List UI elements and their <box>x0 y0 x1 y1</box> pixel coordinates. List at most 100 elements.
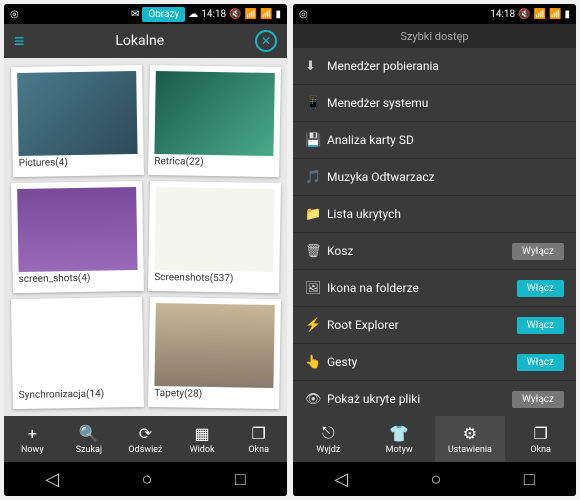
bottom-toolbar: ⎋ Wyjdź 👕Motyw⚙Ustawienia ❐ Okna <box>293 416 576 462</box>
toolbar-okna[interactable]: ❐ Okna <box>230 416 287 462</box>
toggle-button[interactable]: Włącz <box>517 317 564 334</box>
panel-item[interactable]: ⚡Root ExplorerWłącz <box>293 307 576 344</box>
folder-item[interactable]: screen_shots(4) <box>11 181 143 293</box>
status-time: 14:18 <box>490 9 515 20</box>
toolbar-widok[interactable]: ▦Widok <box>174 416 231 462</box>
item-label: Pokaż ukryte pliki <box>327 392 512 406</box>
toolbar-label: Okna <box>248 445 269 455</box>
okna-icon: ❐ <box>533 424 547 443</box>
back-button[interactable]: ◁ <box>334 469 348 490</box>
images-tab[interactable]: Obrazy <box>142 7 185 22</box>
item-icon: 👁 <box>305 392 327 407</box>
panel-item[interactable]: 🗑KoszWyłącz <box>293 233 576 270</box>
toolbar-wyjdź[interactable]: ⎋ Wyjdź <box>293 416 364 462</box>
item-label: Root Explorer <box>327 318 517 332</box>
wifi-icon: 📶 <box>534 9 546 20</box>
folder-label: Synchronizacja(14) <box>19 386 138 403</box>
folder-thumbnail <box>154 303 274 388</box>
recent-button[interactable]: □ <box>235 469 246 490</box>
mute-icon: 🔇 <box>229 9 241 20</box>
item-icon: 🗑 <box>305 244 327 259</box>
szukaj-icon: 🔍 <box>79 424 99 443</box>
cyanogen-icon: ◎ <box>10 9 19 20</box>
recent-button[interactable]: □ <box>524 469 535 490</box>
widok-icon: ▦ <box>195 424 210 443</box>
item-label: Kosz <box>327 244 512 258</box>
android-nav: ◁ ○ □ <box>293 462 576 496</box>
toolbar-label: Szukaj <box>76 445 102 455</box>
toggle-button[interactable]: Wyłącz <box>512 391 564 408</box>
ustawienia-icon: ⚙ <box>463 424 477 443</box>
signal-icon: 📶 <box>549 9 561 20</box>
item-label: Ikona na folderze <box>327 281 517 295</box>
page-title: Lokalne <box>25 33 255 49</box>
folder-item[interactable]: Retrica(22) <box>148 65 280 177</box>
phone-right: ◎ 14:18 🔇 📶 📶 ▮ Szybki dostęp ⬇Menedżer … <box>293 4 576 496</box>
panel-item[interactable]: 👆GestyWłącz <box>293 344 576 381</box>
toggle-button[interactable]: Wyłącz <box>512 243 564 260</box>
toggle-button[interactable]: Włącz <box>517 280 564 297</box>
folder-thumbnail <box>17 187 137 272</box>
panel-item[interactable]: 💾Analiza karty SD <box>293 122 576 159</box>
item-label: Gesty <box>327 355 517 369</box>
panel-item[interactable]: 🎵Muzyka Odtwarzacz <box>293 159 576 196</box>
folder-label: Tapety(28) <box>154 386 273 403</box>
item-label: Menedżer pobierania <box>327 59 564 73</box>
mail-icon: ✉ <box>131 9 139 20</box>
battery-icon: ▮ <box>275 9 281 20</box>
status-bar: ◎ 14:18 🔇 📶 📶 ▮ <box>293 4 576 24</box>
folder-thumbnail <box>17 71 137 156</box>
signal-icon: 📶 <box>260 9 272 20</box>
toolbar-szukaj[interactable]: 🔍 Szukaj <box>61 416 118 462</box>
close-icon[interactable]: ✕ <box>255 30 277 52</box>
motyw-icon: 👕 <box>389 424 409 443</box>
item-label: Lista ukrytych <box>327 207 564 221</box>
panel-item[interactable]: 📱Menedżer systemu <box>293 85 576 122</box>
folder-item[interactable]: Screenshots(537) <box>148 181 280 293</box>
folder-item[interactable]: Tapety(28) <box>148 297 280 409</box>
panel-item[interactable]: ⬇Menedżer pobierania <box>293 48 576 85</box>
toolbar-odśwież[interactable]: ⟳ Odśwież <box>117 416 174 462</box>
item-label: Analiza karty SD <box>327 133 564 147</box>
folder-thumbnail <box>17 303 137 388</box>
toolbar-label: Odśwież <box>128 445 162 455</box>
panel-item[interactable]: 📁Lista ukrytych <box>293 196 576 233</box>
cyanogen-icon: ◎ <box>299 9 308 20</box>
folder-label: Retrica(22) <box>154 154 273 171</box>
bottom-toolbar: +Nowy 🔍 Szukaj ⟳ Odśwież ▦Widok ❐ Okna <box>4 416 287 462</box>
folder-label: Screenshots(537) <box>154 270 273 287</box>
toolbar-nowy[interactable]: +Nowy <box>4 416 61 462</box>
item-icon: 🖼 <box>305 281 327 296</box>
home-button[interactable]: ○ <box>142 469 153 490</box>
item-icon: 📱 <box>305 96 327 111</box>
item-icon: 📁 <box>305 207 327 222</box>
quick-access-header: Szybki dostęp <box>293 24 576 48</box>
item-icon: 💾 <box>305 133 327 148</box>
folder-item[interactable]: Synchronizacja(14) <box>11 297 143 409</box>
item-icon: 🎵 <box>305 170 327 185</box>
mute-icon: 🔇 <box>518 9 530 20</box>
folder-grid: Pictures(4) Retrica(22) screen_shots(4) Scr… <box>4 58 287 416</box>
item-label: Muzyka Odtwarzacz <box>327 170 564 184</box>
toggle-button[interactable]: Włącz <box>517 354 564 371</box>
item-icon: 👆 <box>305 355 327 370</box>
item-icon: ⬇ <box>305 59 327 74</box>
panel-item[interactable]: 👁Pokaż ukryte plikiWyłącz <box>293 381 576 416</box>
home-button[interactable]: ○ <box>431 469 442 490</box>
panel-item[interactable]: 🖼Ikona na folderzeWłącz <box>293 270 576 307</box>
quick-access-panel: ⬇Menedżer pobierania📱Menedżer systemu💾An… <box>293 48 576 416</box>
odśwież-icon: ⟳ <box>139 424 152 443</box>
menu-icon[interactable]: ≡ <box>14 31 25 52</box>
toolbar-ustawienia[interactable]: ⚙Ustawienia <box>435 416 506 462</box>
toolbar-label: Okna <box>530 445 551 455</box>
okna-icon: ❐ <box>252 424 266 443</box>
item-label: Menedżer systemu <box>327 96 564 110</box>
status-bar: ◎ ✉ Obrazy ☁ 14:18 🔇 📶 📶 ▮ <box>4 4 287 24</box>
toolbar-motyw[interactable]: 👕Motyw <box>364 416 435 462</box>
wyjdź-icon: ⎋ <box>322 423 335 443</box>
back-button[interactable]: ◁ <box>45 469 59 490</box>
toolbar-okna[interactable]: ❐ Okna <box>505 416 576 462</box>
toolbar-label: Wyjdź <box>316 445 340 455</box>
folder-item[interactable]: Pictures(4) <box>11 65 143 177</box>
battery-icon: ▮ <box>564 9 570 20</box>
